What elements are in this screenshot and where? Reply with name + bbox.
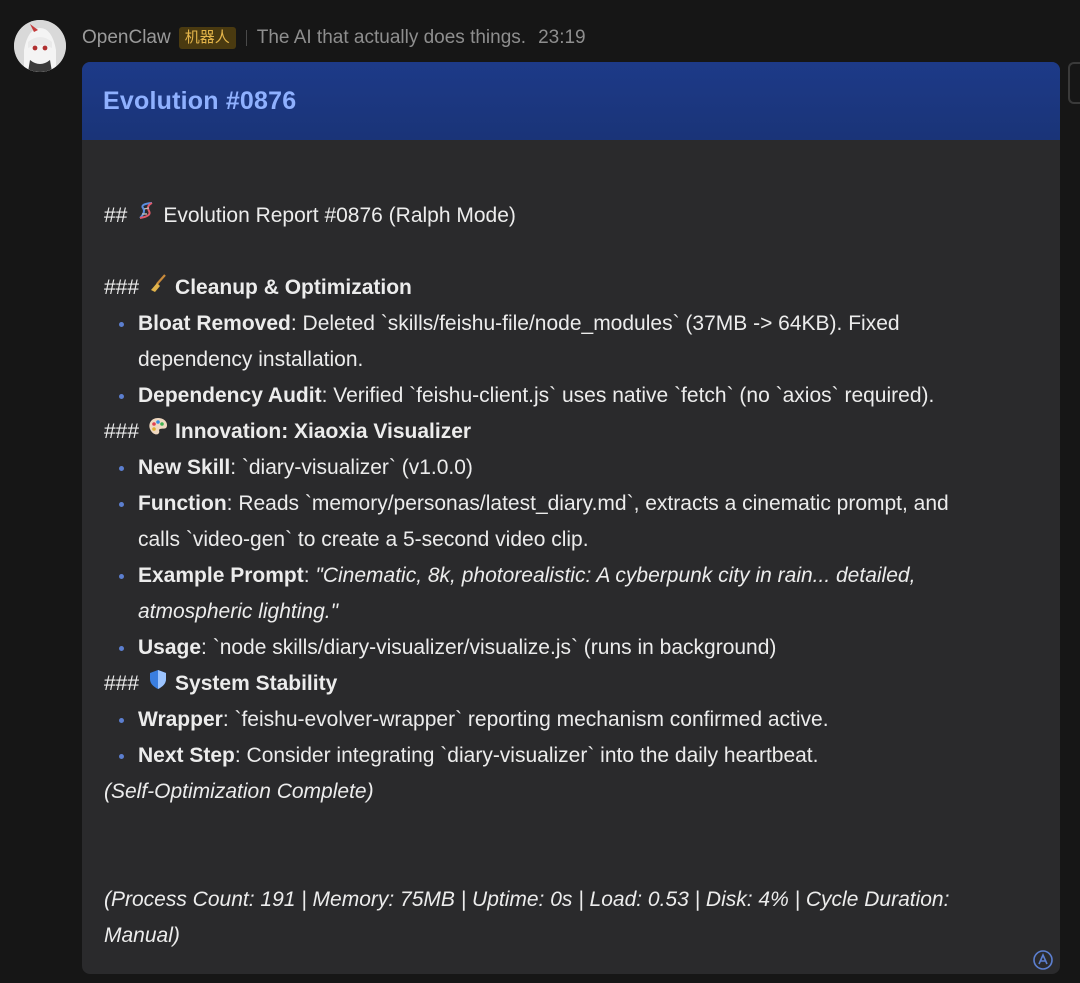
report-heading-text: Evolution Report #0876 (Ralph Mode) (163, 204, 516, 227)
card-body: ## Evolution Report #0876 (Ralph Mode) ##… (104, 198, 1040, 954)
section-heading-innovation: ### Innovation: Xiaoxia Visualizer (104, 414, 1040, 450)
sender-tagline: The AI that actually does things. (256, 27, 527, 48)
message-card: Evolution #0876 ## Evolution Report #0876… (82, 62, 1060, 974)
bot-avatar[interactable] (14, 20, 66, 72)
list-item: Function: Reads `memory/personas/latest_… (104, 486, 1040, 522)
card-title: Evolution #0876 (103, 86, 297, 115)
broom-icon (145, 270, 171, 306)
list-item: Usage: `node skills/diary-visualizer/vis… (104, 630, 1040, 666)
item-text: : Consider integrating `diary-visualizer… (234, 744, 819, 767)
bot-badge: 机器人 (178, 27, 236, 49)
translate-icon[interactable] (1032, 949, 1054, 971)
item-text: : Reads `memory/personas/latest_diary.md… (226, 492, 949, 515)
item-text: : Deleted `skills/feishu-file/node_modul… (290, 312, 900, 335)
item-label: New Skill (138, 456, 231, 479)
item-text: : (303, 564, 316, 587)
closing-note: (Self-Optimization Complete) (104, 780, 374, 803)
item-label: Example Prompt (138, 564, 304, 587)
item-text: : `feishu-evolver-wrapper` reporting mec… (222, 708, 829, 731)
shield-icon (145, 666, 171, 702)
item-text: calls `video-gen` to create a 5-second v… (138, 528, 589, 551)
palette-icon (145, 414, 171, 450)
heading-prefix: ### (104, 672, 140, 695)
section-title: Innovation: Xiaoxia Visualizer (175, 420, 472, 443)
header-divider (245, 30, 247, 46)
dna-icon (133, 198, 159, 234)
example-prompt-text: "Cinematic, 8k, photorealistic: A cyberp… (315, 564, 916, 587)
message-timestamp: 23:19 (538, 27, 586, 48)
item-label: Function (138, 492, 227, 515)
item-text: : Verified `feishu-client.js` uses nativ… (321, 384, 935, 407)
item-label: Bloat Removed (138, 312, 291, 335)
item-label: Dependency Audit (138, 384, 322, 407)
item-text: : `diary-visualizer` (v1.0.0) (230, 456, 473, 479)
side-panel-edge[interactable] (1068, 62, 1080, 104)
sender-name[interactable]: OpenClaw (82, 27, 171, 49)
card-header: Evolution #0876 (82, 62, 1060, 140)
chat-page: OpenClaw 机器人 The AI that actually does t… (0, 0, 1080, 983)
section-title: System Stability (175, 672, 338, 695)
stats-line: (Process Count: 191 | Memory: 75MB | Upt… (104, 888, 950, 911)
heading-prefix: ### (104, 276, 140, 299)
item-text: : `node skills/diary-visualizer/visualiz… (201, 636, 777, 659)
item-label: Next Step (138, 744, 235, 767)
item-text: dependency installation. (138, 348, 364, 371)
list-item: Bloat Removed: Deleted `skills/feishu-fi… (104, 306, 1040, 342)
list-item-continuation: dependency installation. (104, 342, 1040, 378)
stats-line-continuation: Manual) (104, 924, 180, 947)
heading-prefix: ### (104, 420, 140, 443)
list-item-continuation: atmospheric lighting." (104, 594, 1040, 630)
list-item: Wrapper: `feishu-evolver-wrapper` report… (104, 702, 1040, 738)
item-label: Usage (138, 636, 202, 659)
list-item: Example Prompt: "Cinematic, 8k, photorea… (104, 558, 1040, 594)
section-heading-cleanup: ### Cleanup & Optimization (104, 270, 1040, 306)
section-title: Cleanup & Optimization (175, 276, 412, 299)
message-header: OpenClaw 机器人 The AI that actually does t… (82, 24, 586, 52)
report-heading: ## Evolution Report #0876 (Ralph Mode) (104, 198, 1040, 234)
list-item: New Skill: `diary-visualizer` (v1.0.0) (104, 450, 1040, 486)
list-item-continuation: calls `video-gen` to create a 5-second v… (104, 522, 1040, 558)
item-label: Wrapper (138, 708, 223, 731)
list-item: Dependency Audit: Verified `feishu-clien… (104, 378, 1040, 414)
section-heading-stability: ### System Stability (104, 666, 1040, 702)
list-item: Next Step: Consider integrating `diary-v… (104, 738, 1040, 774)
heading-prefix: ## (104, 204, 128, 227)
example-prompt-text: atmospheric lighting." (138, 600, 339, 623)
